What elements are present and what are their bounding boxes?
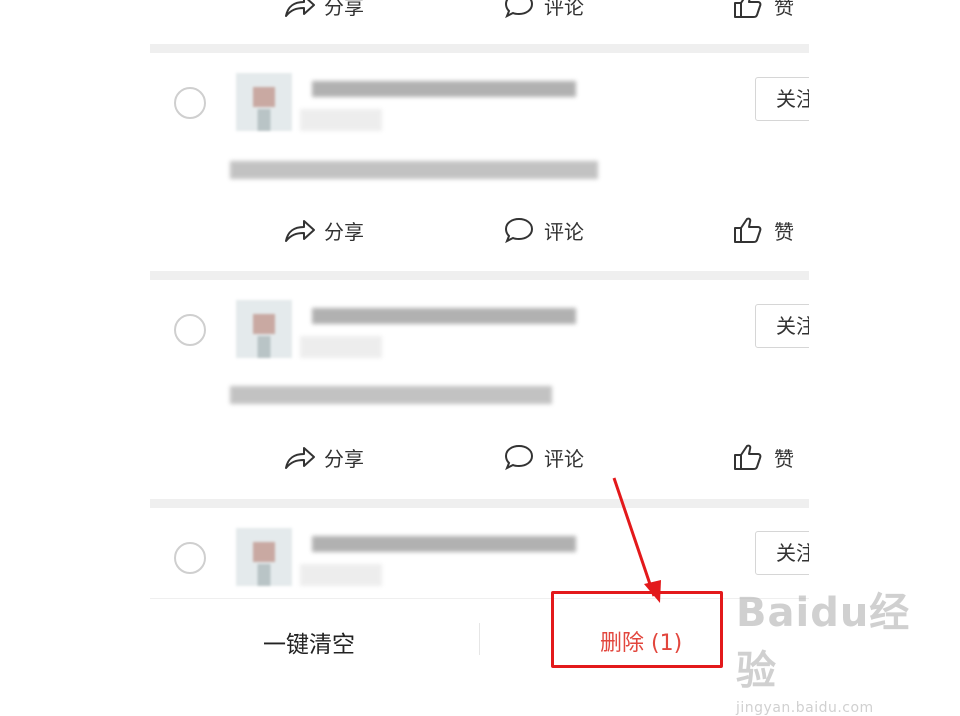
avatar — [236, 528, 292, 586]
collection-list-panel: 分享 评论 赞 关注 分享 评论 赞 关注 分享 评论 赞 关注 一键清空 删除… — [150, 0, 809, 680]
blurred-content — [230, 161, 598, 179]
avatar — [236, 300, 292, 358]
action-bar: 分享 评论 赞 — [150, 0, 809, 25]
comment-button[interactable]: 评论 — [502, 437, 584, 477]
section-divider — [150, 271, 809, 280]
share-icon — [285, 447, 315, 469]
share-label: 分享 — [324, 219, 364, 244]
like-label: 赞 — [774, 0, 794, 19]
blurred-author-name — [312, 81, 576, 97]
comment-icon — [504, 444, 534, 471]
blurred-content — [230, 386, 552, 404]
select-checkbox[interactable] — [174, 542, 206, 574]
avatar — [236, 73, 292, 131]
thumbs-up-icon — [734, 444, 762, 470]
annotation-highlight-box — [551, 591, 723, 668]
share-button[interactable]: 分享 — [282, 437, 364, 477]
section-divider — [150, 499, 809, 508]
comment-label: 评论 — [544, 0, 584, 19]
comment-button[interactable]: 评论 — [502, 210, 584, 250]
blurred-author-name — [312, 308, 576, 324]
baidu-watermark: Baidu经验 jingyan.baidu.com — [736, 580, 936, 716]
comment-button[interactable]: 评论 — [502, 0, 584, 25]
list-item[interactable]: 关注 分享 评论 赞 — [150, 280, 809, 510]
clear-all-button[interactable]: 一键清空 — [263, 625, 355, 659]
action-bar: 分享 评论 赞 — [150, 437, 809, 477]
like-button[interactable]: 赞 — [732, 210, 794, 250]
list-item[interactable]: 关注 分享 评论 赞 — [150, 53, 809, 283]
like-button[interactable]: 赞 — [732, 0, 794, 25]
like-label: 赞 — [774, 219, 794, 244]
select-checkbox[interactable] — [174, 87, 206, 119]
select-checkbox[interactable] — [174, 314, 206, 346]
section-divider — [150, 44, 809, 53]
comment-icon — [504, 217, 534, 244]
share-label: 分享 — [324, 0, 364, 19]
blurred-meta — [300, 336, 382, 358]
follow-button[interactable]: 关注 — [755, 531, 809, 575]
follow-button[interactable]: 关注 — [755, 304, 809, 348]
comment-icon — [504, 0, 534, 19]
share-button[interactable]: 分享 — [282, 210, 364, 250]
like-button[interactable]: 赞 — [732, 437, 794, 477]
follow-button[interactable]: 关注 — [755, 77, 809, 121]
share-label: 分享 — [324, 446, 364, 471]
comment-label: 评论 — [544, 219, 584, 244]
thumbs-up-icon — [734, 217, 762, 243]
watermark-url: jingyan.baidu.com — [736, 700, 874, 716]
blurred-author-name — [312, 536, 576, 552]
share-button[interactable]: 分享 — [282, 0, 364, 25]
comment-label: 评论 — [544, 446, 584, 471]
share-icon — [285, 0, 315, 17]
toolbar-separator — [479, 623, 480, 655]
watermark-logo: Baidu经验 — [736, 590, 911, 694]
blurred-meta — [300, 564, 382, 586]
thumbs-up-icon — [734, 0, 762, 18]
action-bar: 分享 评论 赞 — [150, 210, 809, 250]
share-icon — [285, 220, 315, 242]
like-label: 赞 — [774, 446, 794, 471]
blurred-meta — [300, 109, 382, 131]
